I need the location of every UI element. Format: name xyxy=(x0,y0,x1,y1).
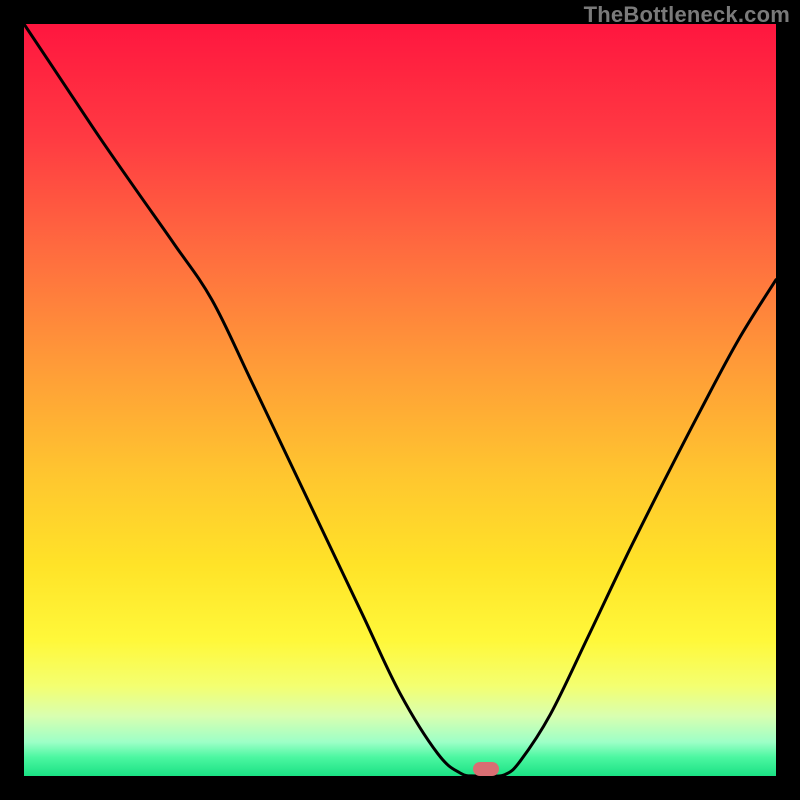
chart-frame: TheBottleneck.com xyxy=(0,0,800,800)
background-gradient xyxy=(24,24,776,776)
watermark-text: TheBottleneck.com xyxy=(584,2,790,28)
plot-area xyxy=(24,24,776,776)
